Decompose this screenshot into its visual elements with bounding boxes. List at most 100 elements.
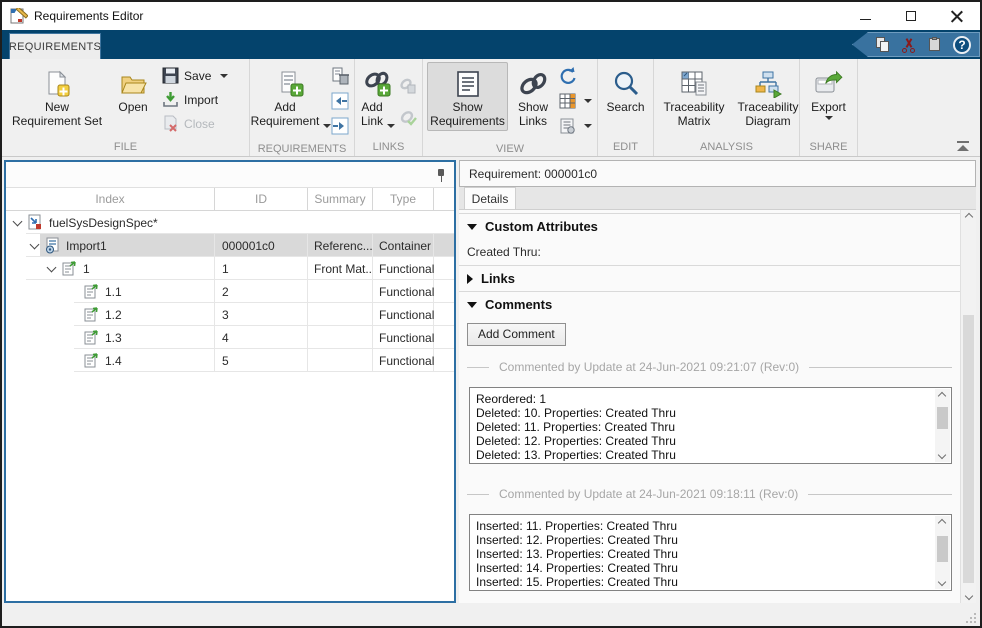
tree-row-1-3[interactable]: 1.3 4 Functional (6, 326, 454, 349)
column-header-id[interactable]: ID (214, 188, 307, 210)
requirements-editor-window: Requirements Editor REQUIREMENTS ? (0, 0, 982, 628)
open-button[interactable]: Open (110, 62, 156, 117)
close-button[interactable] (934, 2, 980, 30)
scroll-down-icon[interactable] (938, 578, 946, 586)
resize-grip-icon[interactable] (964, 611, 976, 623)
export-icon (814, 68, 844, 100)
show-requirements-button[interactable]: Show Requirements (427, 62, 508, 131)
tree-cell-index: fuelSysDesignSpec* (49, 216, 158, 230)
tab-requirements[interactable]: REQUIREMENTS (9, 33, 101, 59)
comment-line: Inserted: 11. Properties: Created Thru (476, 519, 931, 533)
save-icon (162, 67, 179, 84)
traceability-diagram-button[interactable]: Traceability Diagram (732, 62, 804, 131)
new-requirement-set-label: New Requirement Set (12, 100, 102, 128)
section-label-view: VIEW (426, 141, 594, 156)
close-set-icon (162, 115, 179, 132)
search-button[interactable]: Search (602, 62, 649, 117)
comment-1-textbox[interactable]: Reordered: 1 Deleted: 10. Properties: Cr… (469, 387, 952, 464)
ribbon-section-links: Add Link (355, 59, 423, 156)
tree-row-1[interactable]: 1 1 Front Mat... Functional (6, 257, 454, 280)
tab-details[interactable]: Details (464, 187, 516, 209)
created-thru-label: Created Thru: (459, 239, 960, 265)
show-links-icon (518, 68, 548, 100)
show-links-button[interactable]: Show Links (510, 62, 556, 131)
maximize-button[interactable] (888, 2, 934, 30)
requirement-header: Requirement: 000001c0 (459, 160, 976, 187)
export-caret[interactable] (825, 116, 833, 120)
columns-caret[interactable] (584, 99, 592, 103)
ribbon-section-edit: Search EDIT (598, 59, 654, 156)
view-settings-button[interactable] (559, 115, 592, 137)
add-requirement-button[interactable]: Add Requirement (254, 62, 328, 131)
pin-icon[interactable] (436, 168, 446, 182)
scroll-thumb[interactable] (963, 315, 974, 583)
add-link-caret[interactable] (387, 124, 395, 128)
refresh-button[interactable] (559, 65, 592, 87)
main-area: Index ID Summary Type fuelSysDesignSpec* (2, 157, 980, 604)
details-tabbar: Details (459, 187, 976, 210)
help-icon[interactable]: ? (953, 36, 971, 54)
add-comment-button[interactable]: Add Comment (467, 323, 566, 346)
scroll-up-icon[interactable] (938, 519, 946, 527)
comment-2-header-text: Commented by Update at 24-Jun-2021 09:18… (499, 487, 798, 501)
tree-cell-type: Functional (372, 257, 434, 280)
comment-line: Inserted: 14. Properties: Created Thru (476, 561, 931, 575)
columns-icon (559, 93, 577, 109)
tree-row-import1[interactable]: Import1 000001c0 Referenc... Container (6, 234, 454, 257)
export-button[interactable]: Export (805, 62, 852, 123)
details-scrollbar[interactable] (960, 210, 976, 603)
expand-chevron[interactable] (47, 262, 57, 272)
delete-requirement-button[interactable] (331, 65, 349, 87)
view-settings-caret[interactable] (584, 124, 592, 128)
scroll-thumb[interactable] (937, 536, 948, 562)
scroll-down-icon[interactable] (938, 451, 946, 459)
import-button[interactable]: Import (159, 89, 231, 110)
comment-line: Deleted: 11. Properties: Created Thru (476, 420, 931, 434)
new-requirement-set-button[interactable]: New Requirement Set (6, 62, 108, 131)
copy-icon[interactable] (875, 37, 891, 53)
traceability-matrix-button[interactable]: Traceability Matrix (658, 62, 730, 131)
demote-requirement-button[interactable] (331, 115, 349, 137)
comment-2-header: Commented by Update at 24-Jun-2021 09:18… (467, 487, 952, 501)
comment-2-textbox[interactable]: Inserted: 11. Properties: Created Thru I… (469, 514, 952, 591)
comment-1-scrollbar[interactable] (935, 389, 950, 462)
comment-2-scrollbar[interactable] (935, 516, 950, 589)
minimize-button[interactable] (842, 2, 888, 30)
import-node-icon (44, 237, 61, 254)
delete-link-button[interactable] (400, 75, 417, 97)
traceability-matrix-icon (680, 68, 708, 100)
section-custom-attributes[interactable]: Custom Attributes (459, 213, 960, 239)
tree-row-reqset[interactable]: fuelSysDesignSpec* (6, 211, 454, 234)
tree-cell-summary (307, 326, 372, 349)
save-button[interactable]: Save (159, 65, 231, 86)
close-set-button[interactable]: Close (159, 113, 231, 134)
tree-row-1-2[interactable]: 1.2 3 Functional (6, 303, 454, 326)
link-check-button[interactable] (400, 107, 417, 129)
column-header-summary[interactable]: Summary (307, 188, 372, 210)
scroll-thumb[interactable] (937, 407, 948, 429)
tree-cell-type: Functional (372, 349, 434, 372)
section-comments[interactable]: Comments (459, 291, 960, 317)
paste-icon[interactable] (927, 37, 943, 53)
columns-button[interactable] (559, 90, 592, 112)
collapse-ribbon-button[interactable] (956, 141, 970, 152)
scroll-up-icon[interactable] (938, 392, 946, 400)
status-bar (2, 604, 980, 626)
scroll-down-icon[interactable] (965, 592, 973, 600)
column-header-type[interactable]: Type (372, 188, 434, 210)
expand-chevron[interactable] (13, 216, 23, 226)
cut-icon[interactable] (901, 37, 917, 53)
scroll-up-icon[interactable] (965, 213, 973, 221)
collapse-ribbon-icon (957, 141, 969, 143)
save-dropdown-caret[interactable] (220, 74, 228, 78)
tree-cell-index: 1.2 (105, 308, 122, 322)
tree-cell-type: Functional (372, 326, 434, 349)
tree-row-1-1[interactable]: 1.1 2 Functional (6, 280, 454, 303)
promote-requirement-button[interactable] (331, 90, 349, 112)
expand-chevron[interactable] (30, 239, 40, 249)
section-links[interactable]: Links (459, 265, 960, 291)
column-header-index[interactable]: Index (6, 188, 214, 210)
tree-row-1-4[interactable]: 1.4 5 Functional (6, 349, 454, 372)
add-link-button[interactable]: Add Link (359, 62, 397, 131)
requirements-tree: Index ID Summary Type fuelSysDesignSpec* (6, 188, 454, 372)
